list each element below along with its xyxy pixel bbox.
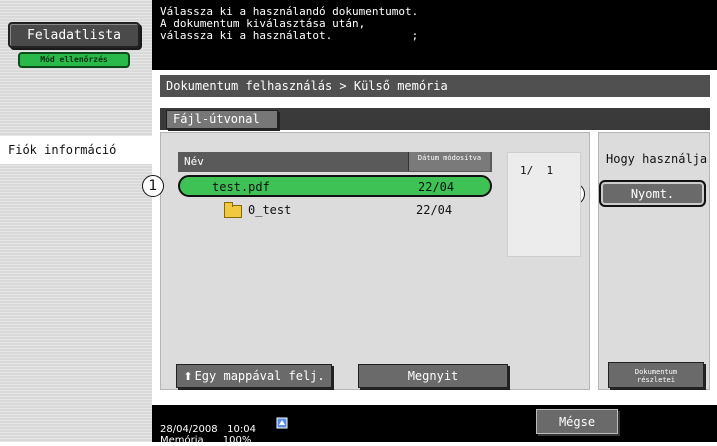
account-info-label: Fiók információ — [8, 143, 117, 157]
open-label: Megnyit — [407, 369, 459, 383]
network-status-icon — [276, 417, 288, 429]
print-label: Nyomt. — [630, 186, 675, 201]
task-list-label: Feladatlista — [27, 27, 121, 43]
task-list-button[interactable]: Feladatlista — [8, 22, 140, 48]
folder-icon — [224, 202, 242, 218]
mode-check-button[interactable]: Mód ellenőrzés — [18, 52, 130, 68]
folder-row-0-test[interactable]: 0_test 22/04 — [178, 200, 492, 222]
file-date: 22/04 — [418, 180, 455, 194]
breadcrumb: Dokumentum felhasználás > Külső memória — [160, 75, 710, 97]
instruction-message: Válassza ki a használandó dokumentumot. … — [152, 0, 717, 70]
status-text: 28/04/2008 10:04 Memória 100% — [160, 424, 256, 446]
date-time: 28/04/2008 10:04 — [160, 424, 256, 435]
callout-1: 1 — [142, 175, 164, 197]
up-folder-button[interactable]: ⬆ Egy mappával felj. — [176, 364, 332, 388]
cancel-label: Mégse — [558, 414, 596, 429]
folder-name: 0_test — [248, 203, 292, 217]
message-line-3: válassza ki a használatot. ; — [160, 29, 419, 42]
document-details-label: Dokumentum részletei — [634, 368, 678, 384]
cancel-button[interactable]: Mégse — [536, 409, 618, 434]
column-name-header: Név — [184, 155, 204, 168]
file-list-header: Név Dátum módosítva — [178, 152, 492, 172]
file-path-button[interactable]: Fájl-útvonal — [166, 110, 278, 129]
up-folder-label: Egy mappával felj. — [194, 369, 325, 383]
file-name: test.pdf — [212, 180, 270, 194]
page-indicator: 1/ 1 — [520, 164, 554, 177]
column-date-header[interactable]: Dátum módosítva — [408, 152, 490, 171]
file-row-test-pdf[interactable]: test.pdf 22/04 — [178, 175, 492, 197]
arrow-up-icon: ⬆ — [183, 369, 193, 383]
mode-check-label: Mód ellenőrzés — [40, 55, 108, 64]
print-button[interactable]: Nyomt. — [599, 180, 706, 207]
folder-date: 22/04 — [416, 203, 453, 217]
document-details-button[interactable]: Dokumentum részletei — [608, 362, 704, 388]
account-info-tab[interactable]: Fiók információ — [0, 136, 152, 164]
usage-title: Hogy használja — [606, 152, 708, 166]
memory-status: Memória 100% — [160, 435, 252, 446]
open-button[interactable]: Megnyit — [358, 364, 508, 388]
usage-panel — [598, 132, 710, 390]
